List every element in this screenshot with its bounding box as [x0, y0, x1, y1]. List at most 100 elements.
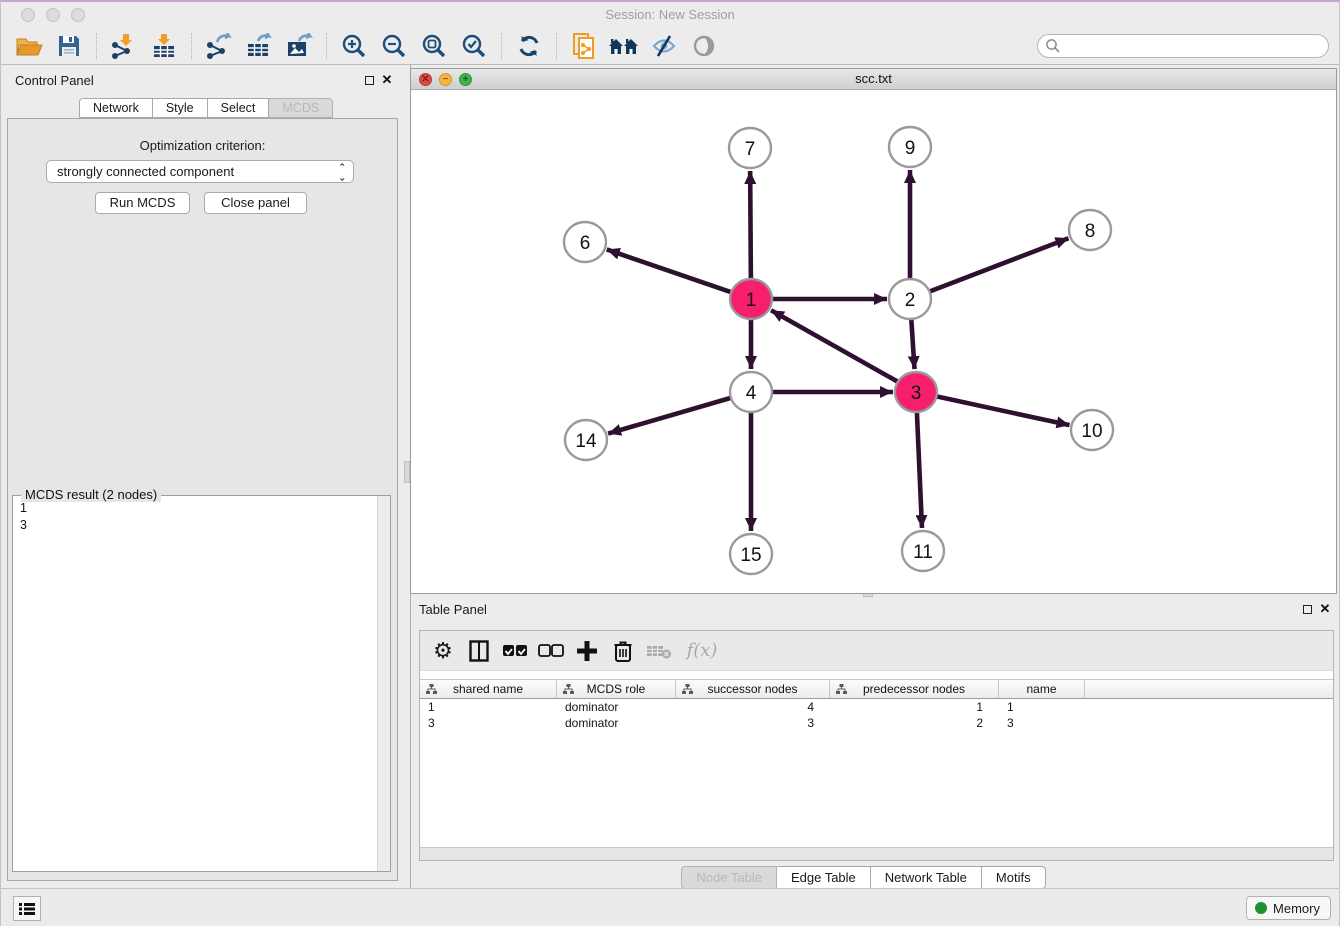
graph-node-9[interactable]: 9 [889, 127, 931, 167]
graph-node-2[interactable]: 2 [889, 279, 931, 319]
graph-node-1[interactable]: 1 [730, 279, 772, 319]
table-cell[interactable]: 2 [830, 715, 999, 731]
graph-edge-3-11[interactable] [917, 413, 922, 528]
column-header-predecessor-nodes[interactable]: predecessor nodes [830, 680, 999, 698]
table-cell[interactable]: 3 [420, 715, 557, 731]
graph-node-3[interactable]: 3 [895, 372, 937, 412]
graph-node-4[interactable]: 4 [730, 372, 772, 412]
result-scrollbar[interactable] [377, 496, 390, 871]
select-all-button[interactable] [500, 636, 530, 666]
optimization-dropdown[interactable]: strongly connected component ⌃⌃ [46, 160, 354, 183]
tab-network-table[interactable]: Network Table [871, 866, 982, 889]
destroy-table-button[interactable] [644, 636, 674, 666]
table-cell[interactable]: dominator [557, 699, 676, 715]
tab-style[interactable]: Style [153, 98, 208, 118]
network-window-titlebar[interactable]: ✕ − + scc.txt [411, 69, 1336, 90]
graph-node-15[interactable]: 15 [730, 534, 772, 574]
add-column-button[interactable] [572, 636, 602, 666]
import-table-button[interactable] [144, 30, 184, 62]
home-layout-button[interactable] [604, 30, 644, 62]
save-session-button[interactable] [49, 30, 89, 62]
mcds-result-list[interactable]: 13 [14, 500, 376, 870]
column-header-shared-name[interactable]: shared name [420, 680, 557, 698]
control-panel: Control Panel ✕ NetworkStyleSelectMCDS O… [1, 65, 404, 890]
network-minimize-button[interactable]: − [439, 73, 452, 86]
open-session-button[interactable] [9, 30, 49, 62]
export-table-button[interactable] [239, 30, 279, 62]
column-header-name[interactable]: name [999, 680, 1085, 698]
close-panel-button[interactable]: Close panel [204, 192, 307, 214]
tab-node-table[interactable]: Node Table [681, 866, 777, 889]
deselect-all-button[interactable] [536, 636, 566, 666]
graph-edge-3-1[interactable] [771, 310, 898, 381]
tab-select[interactable]: Select [208, 98, 270, 118]
column-label: name [1026, 682, 1056, 696]
table-row[interactable]: 3dominator323 [420, 715, 1333, 731]
search-input[interactable] [1061, 36, 1328, 56]
clone-network-button[interactable] [564, 30, 604, 62]
memory-button[interactable]: Memory [1246, 896, 1331, 920]
graph-node-11[interactable]: 11 [902, 531, 944, 571]
zoom-out-button[interactable] [374, 30, 414, 62]
float-icon [1303, 605, 1312, 614]
zoom-fit-button[interactable] [414, 30, 454, 62]
control-panel-close-button[interactable]: ✕ [379, 72, 395, 88]
tab-motifs[interactable]: Motifs [982, 866, 1046, 889]
zoom-selected-button[interactable] [454, 30, 494, 62]
graph-node-label: 3 [911, 383, 922, 404]
graph-edge-3-10[interactable] [937, 396, 1070, 425]
graph-edge-2-8[interactable] [930, 238, 1069, 291]
graph-node-10[interactable]: 10 [1071, 410, 1113, 450]
table-cell[interactable]: 1 [830, 699, 999, 715]
graph-edge-1-7[interactable] [750, 171, 751, 278]
table-row[interactable]: 1dominator411 [420, 699, 1333, 715]
column-header-MCDS-role[interactable]: MCDS role [557, 680, 676, 698]
graph-node-label: 9 [905, 138, 916, 159]
result-item[interactable]: 1 [20, 500, 376, 517]
graph-edge-2-3[interactable] [911, 320, 914, 369]
table-hscrollbar[interactable] [420, 847, 1333, 860]
graph-node-8[interactable]: 8 [1069, 210, 1111, 250]
network-maximize-button[interactable]: + [459, 73, 472, 86]
table-toolbar: ⚙ [420, 631, 1333, 671]
graph-edge-4-14[interactable] [608, 398, 731, 434]
tab-network[interactable]: Network [79, 98, 153, 118]
table-cell[interactable]: 3 [676, 715, 830, 731]
table-panel-float-button[interactable] [1299, 601, 1315, 617]
column-header-successor-nodes[interactable]: successor nodes [676, 680, 830, 698]
show-panel-button[interactable] [684, 30, 724, 62]
table-cell[interactable]: 1 [420, 699, 557, 715]
window-close-button[interactable] [21, 8, 35, 22]
column-select-button[interactable] [464, 636, 494, 666]
export-image-button[interactable] [279, 30, 319, 62]
result-item[interactable]: 3 [20, 517, 376, 534]
graph-node-14[interactable]: 14 [565, 420, 607, 460]
task-history-button[interactable] [13, 896, 41, 921]
table-settings-button[interactable]: ⚙ [428, 636, 458, 666]
table-panel-close-button[interactable]: ✕ [1317, 601, 1333, 617]
window-minimize-button[interactable] [46, 8, 60, 22]
hide-panel-button[interactable] [644, 30, 684, 62]
delete-column-button[interactable] [608, 636, 638, 666]
table-cell[interactable]: dominator [557, 715, 676, 731]
import-network-button[interactable] [104, 30, 144, 62]
control-panel-tabs: NetworkStyleSelectMCDS [79, 98, 333, 118]
table-cell[interactable]: 4 [676, 699, 830, 715]
control-panel-float-button[interactable] [361, 72, 377, 88]
zoom-in-button[interactable] [334, 30, 374, 62]
network-graph[interactable]: 1 2 3 4 6 7 8 9 10 11 14 15 [411, 90, 1336, 593]
graph-node-7[interactable]: 7 [729, 128, 771, 168]
tab-edge-table[interactable]: Edge Table [777, 866, 871, 889]
tab-mcds[interactable]: MCDS [269, 98, 333, 118]
table-cell[interactable]: 1 [999, 699, 1085, 715]
apply-function-button[interactable]: f(x) [680, 636, 724, 666]
refresh-button[interactable] [509, 30, 549, 62]
table-cell[interactable]: 3 [999, 715, 1085, 731]
export-network-button[interactable] [199, 30, 239, 62]
network-canvas[interactable]: 1 2 3 4 6 7 8 9 10 11 14 15 [411, 90, 1336, 593]
window-zoom-button[interactable] [71, 8, 85, 22]
graph-node-6[interactable]: 6 [564, 222, 606, 262]
network-close-button[interactable]: ✕ [419, 73, 432, 86]
run-mcds-button[interactable]: Run MCDS [95, 192, 190, 214]
graph-edge-1-6[interactable] [607, 249, 731, 292]
